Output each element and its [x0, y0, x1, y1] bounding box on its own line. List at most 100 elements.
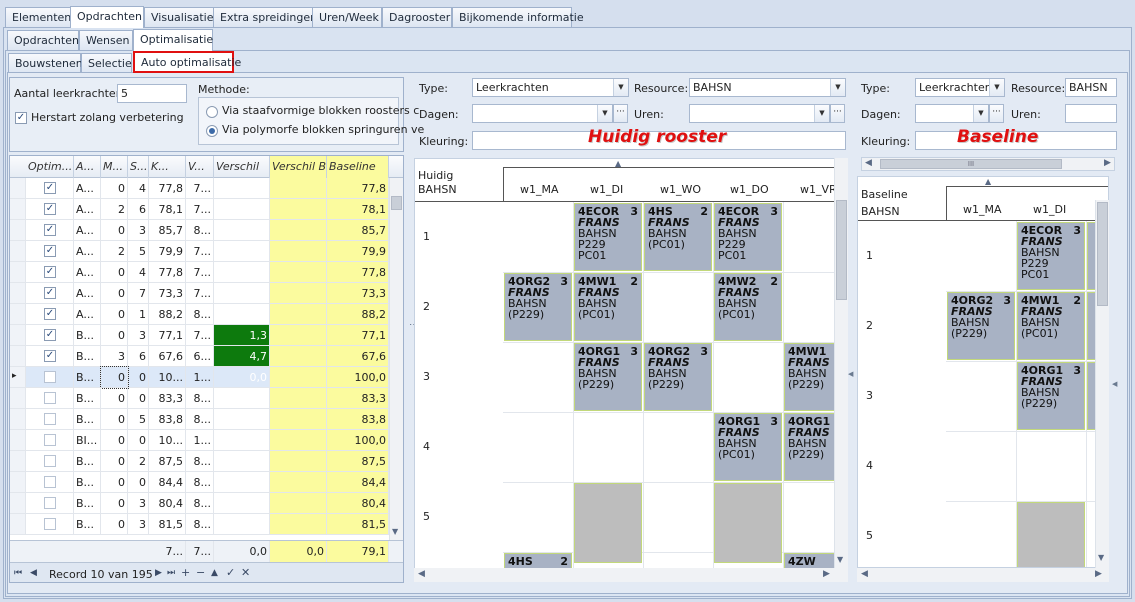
- tab-uren-week[interactable]: Uren/Week: [312, 7, 382, 27]
- column-header[interactable]: M...: [101, 156, 128, 178]
- lesson-card[interactable]: 4ECOR 3 FRANS BAHSN P229 PC01: [574, 203, 642, 271]
- empty-slot-block[interactable]: [1017, 502, 1085, 567]
- mid-hscroll[interactable]: ◀ ▶: [414, 568, 848, 582]
- lesson-card[interactable]: 4ORG1 3 FRANS BAHSN (P229): [574, 343, 642, 411]
- row-checkbox[interactable]: [44, 434, 56, 446]
- scroll-left-icon[interactable]: ◀: [418, 569, 425, 579]
- right-type-dropdown[interactable]: Leerkrachten ▼: [915, 78, 1005, 97]
- chevron-down-icon[interactable]: ▼: [613, 79, 628, 96]
- nav-edit-icon[interactable]: ▲: [211, 568, 218, 578]
- table-row[interactable]: ✓ A... 2 5 79,9 7... 79,9: [10, 241, 389, 262]
- herstart-checkbox[interactable]: ✓: [15, 112, 27, 124]
- optimalisatie-cell[interactable]: ✓: [26, 283, 74, 304]
- table-row[interactable]: ▸ B... 0 0 10... 1... 0,0 100,0: [10, 366, 389, 389]
- right-resource-input[interactable]: BAHSN: [1065, 78, 1117, 97]
- table-row[interactable]: ✓ A... 2 6 78,1 7... 78,1: [10, 199, 389, 220]
- table-row[interactable]: B... 0 2 87,5 8... 87,5: [10, 451, 389, 472]
- column-header[interactable]: Verschil B: [270, 156, 327, 178]
- splitter-left-icon[interactable]: ◀: [848, 370, 853, 378]
- scroll-right-icon[interactable]: ▶: [1104, 158, 1111, 168]
- table-row[interactable]: B... 0 0 84,4 8... 84,4: [10, 472, 389, 493]
- lesson-card[interactable]: 4ORG1 3 FRANS BAHSN (P229): [1017, 362, 1085, 430]
- row-selector[interactable]: [10, 346, 26, 367]
- aantal-input[interactable]: 5: [117, 84, 187, 103]
- grid-scroll-thumb[interactable]: [391, 196, 402, 210]
- row-checkbox[interactable]: ✓: [44, 182, 56, 194]
- row-selector[interactable]: [10, 304, 26, 325]
- nav-add-icon[interactable]: +: [181, 566, 190, 579]
- row-selector[interactable]: [10, 430, 26, 451]
- right-uren-input[interactable]: [1065, 104, 1117, 123]
- optimalisatie-cell[interactable]: ✓: [26, 262, 74, 283]
- optimalisatie-cell[interactable]: ✓: [26, 199, 74, 220]
- row-selector[interactable]: [10, 472, 26, 493]
- optimalisatie-cell[interactable]: [26, 514, 74, 535]
- tab-opdrachten-sub[interactable]: Opdrachten: [7, 30, 79, 50]
- column-header[interactable]: A...: [74, 156, 101, 178]
- tab-extra-spreidingen[interactable]: Extra spreidingen: [213, 7, 317, 27]
- row-checkbox[interactable]: [44, 497, 56, 509]
- nav-last-icon[interactable]: ⏭: [167, 568, 175, 578]
- table-row[interactable]: ✓ B... 3 6 67,6 6... 4,7 67,6: [10, 346, 389, 367]
- methode-radio-2[interactable]: [206, 125, 218, 137]
- tab-dagrooster[interactable]: Dagrooster: [382, 7, 452, 27]
- scroll-down-icon[interactable]: ▼: [1098, 553, 1104, 562]
- lesson-card[interactable]: 4ECOR 3 FRANS BAHSN P229 PC01: [1017, 222, 1085, 290]
- row-checkbox[interactable]: [44, 518, 56, 530]
- row-selector[interactable]: [10, 262, 26, 283]
- table-row[interactable]: ✓ A... 0 4 77,8 7... 77,8: [10, 262, 389, 283]
- right-filter-thumb[interactable]: III: [880, 159, 1062, 169]
- tab-opdrachten[interactable]: Opdrachten: [70, 6, 144, 28]
- lesson-card[interactable]: 4ECOR 3 FRANS BAHSN P229 PC01: [714, 203, 782, 271]
- tab-bijkomende-informatie[interactable]: Bijkomende informatie: [452, 7, 584, 27]
- optimalisatie-cell[interactable]: ✓: [26, 220, 74, 241]
- optimalisatie-cell[interactable]: [26, 430, 74, 451]
- row-selector[interactable]: ▸: [10, 367, 26, 388]
- column-header[interactable]: Optim...: [26, 156, 74, 178]
- mid-dagen-dropdown[interactable]: ▼: [472, 104, 613, 123]
- tab-bouwstenen[interactable]: Bouwstenen: [8, 53, 83, 73]
- nav-prev-icon[interactable]: ◀: [30, 568, 37, 578]
- row-checkbox[interactable]: ✓: [44, 245, 56, 257]
- table-row[interactable]: ✓ B... 0 3 77,1 7... 1,3 77,1: [10, 325, 389, 346]
- mid-uren-ellipsis-button[interactable]: ···: [830, 104, 845, 123]
- optimalisatie-cell[interactable]: ✓: [26, 304, 74, 325]
- tab-selectie[interactable]: Selectie: [81, 53, 132, 73]
- row-selector[interactable]: [10, 325, 26, 346]
- optimalisatie-cell[interactable]: [26, 367, 74, 388]
- nav-delete-icon[interactable]: −: [196, 566, 205, 579]
- lesson-card[interactable]: 4ORG1 3 FRANS BAHSN (PC01): [714, 413, 782, 481]
- mid-uren-dropdown[interactable]: ▼: [689, 104, 830, 123]
- table-row[interactable]: B... 0 3 80,4 8... 80,4: [10, 493, 389, 514]
- tab-visualisatie[interactable]: Visualisatie: [144, 7, 214, 27]
- collapse-up-icon[interactable]: ▲: [985, 177, 991, 186]
- scroll-down-icon[interactable]: ▼: [392, 527, 398, 536]
- mid-vscroll[interactable]: ▼: [834, 158, 848, 570]
- row-checkbox[interactable]: ✓: [44, 308, 56, 320]
- table-row[interactable]: ✓ A... 0 3 85,7 8... 85,7: [10, 220, 389, 241]
- mid-resource-dropdown[interactable]: BAHSN ▼: [689, 78, 846, 97]
- empty-slot-block[interactable]: [714, 483, 782, 563]
- column-header[interactable]: Verschil: [214, 156, 270, 178]
- lesson-card[interactable]: 4HS 2 FRANS BAHSN (PC01): [644, 203, 712, 271]
- lesson-card[interactable]: 4ORG2 3 FRANS BAHSN (P229): [504, 273, 572, 341]
- optimalisatie-cell[interactable]: ✓: [26, 325, 74, 346]
- row-checkbox[interactable]: [44, 371, 56, 383]
- row-selector[interactable]: [10, 220, 26, 241]
- chevron-down-icon[interactable]: ▼: [814, 105, 829, 122]
- nav-next-icon[interactable]: ▶: [155, 568, 162, 578]
- right-vscroll-thumb[interactable]: [1097, 202, 1108, 306]
- row-selector[interactable]: [10, 241, 26, 262]
- table-row[interactable]: BI... 0 0 10... 1... 100,0: [10, 430, 389, 451]
- mid-dagen-ellipsis-button[interactable]: ···: [613, 104, 628, 123]
- right-hscroll[interactable]: ◀ ▶: [857, 568, 1109, 582]
- row-checkbox[interactable]: [44, 413, 56, 425]
- row-checkbox[interactable]: ✓: [44, 203, 56, 215]
- tab-auto-optimalisatie[interactable]: Auto optimalisatie: [133, 51, 241, 73]
- column-header[interactable]: K...: [149, 156, 186, 178]
- lesson-card[interactable]: 4ORG2 3 FRANS BAHSN (P229): [947, 292, 1015, 360]
- scroll-down-icon[interactable]: ▼: [837, 555, 843, 564]
- table-row[interactable]: B... 0 3 81,5 8... 81,5: [10, 514, 389, 535]
- chevron-down-icon[interactable]: ▼: [597, 105, 612, 122]
- right-dagen-ellipsis-button[interactable]: ···: [989, 104, 1004, 123]
